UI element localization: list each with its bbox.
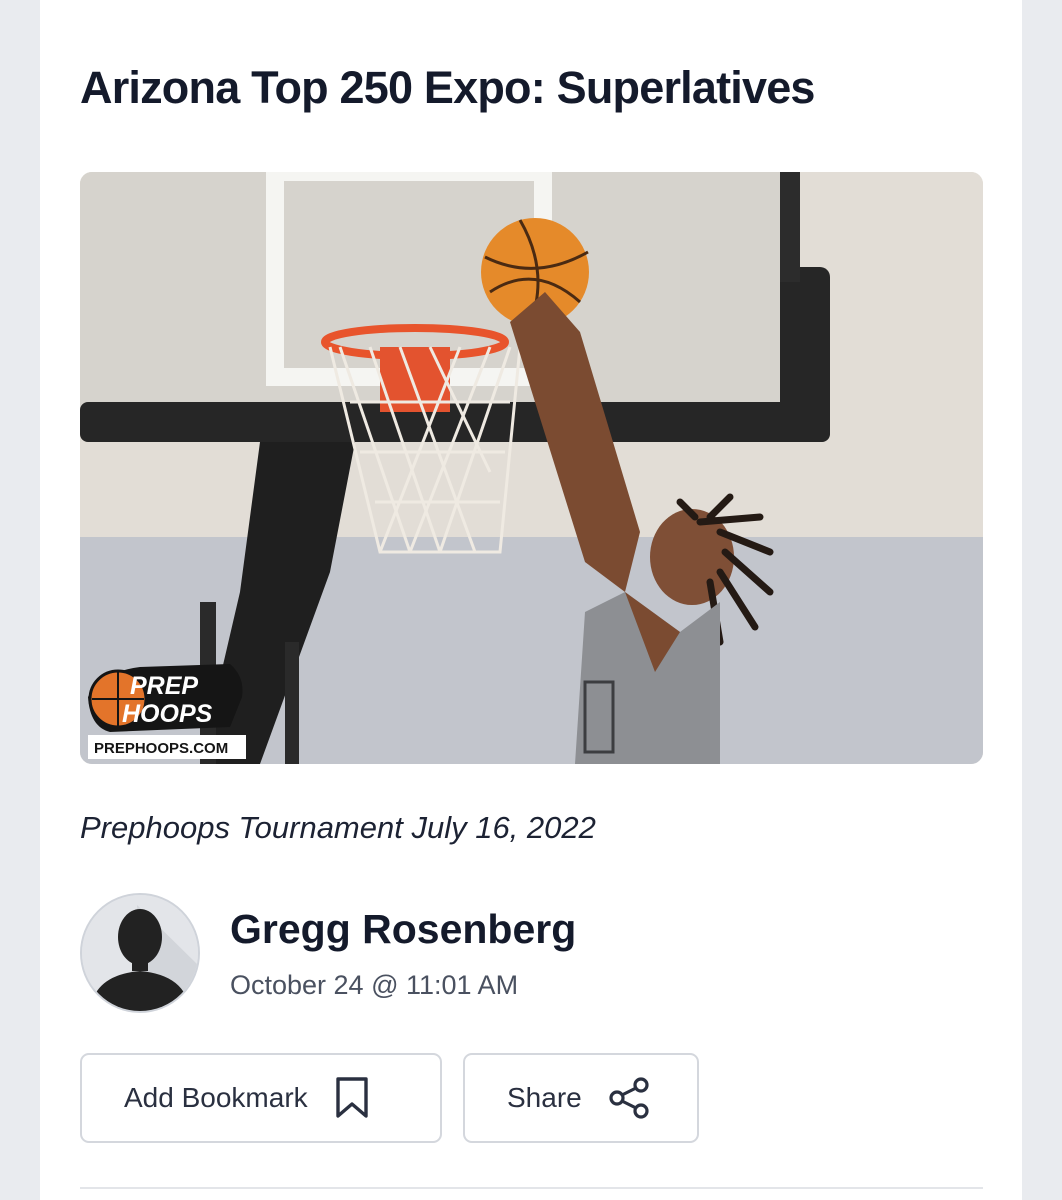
section-divider [80,1187,983,1189]
svg-text:PREPHOOPS.COM: PREPHOOPS.COM [94,740,228,757]
author-name[interactable]: Gregg Rosenberg [230,906,576,953]
add-bookmark-button[interactable]: Add Bookmark [80,1053,442,1143]
bookmark-icon [334,1076,370,1120]
add-bookmark-label: Add Bookmark [124,1082,308,1113]
article-card: Arizona Top 250 Expo: Superlatives PREP … [40,0,1022,1200]
share-label: Share [507,1082,582,1113]
article-hero-image[interactable]: PREP HOOPS PREPHOOPS.COM [80,172,983,764]
image-caption: Prephoops Tournament July 16, 2022 [80,810,596,845]
share-button[interactable]: Share [463,1053,699,1143]
publish-date: October 24 @ 11:01 AM [230,970,519,1000]
svg-text:PREP: PREP [130,672,198,700]
svg-text:HOOPS: HOOPS [122,700,213,728]
share-icon [608,1076,652,1120]
prephoops-logo: PREP HOOPS PREPHOOPS.COM [88,664,246,759]
article-title: Arizona Top 250 Expo: Superlatives [80,62,815,113]
author-avatar[interactable] [80,893,200,1013]
